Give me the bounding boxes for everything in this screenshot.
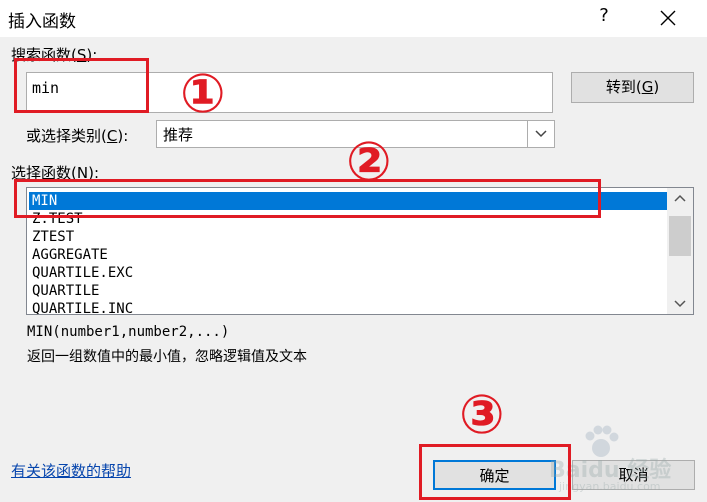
goto-label-suffix: ) [653,78,660,96]
scroll-up-button[interactable] [667,188,693,208]
function-signature: MIN(number1,number2,...) [27,324,230,340]
annotation-number-2: ② [346,130,392,193]
category-label-prefix: 或选择类别( [26,127,107,145]
title-bar: 插入函数 ? [0,0,707,37]
function-item-quartile-exc[interactable]: QUARTILE.EXC [29,264,667,282]
annotation-box-function [14,179,601,218]
annotation-number-3: ③ [459,383,505,446]
function-item-quartile-inc[interactable]: QUARTILE.INC [29,300,667,314]
function-description: 返回一组数值中的最小值，忽略逻辑值及文本 [27,349,307,365]
function-item-ztest[interactable]: ZTEST [29,228,667,246]
help-button[interactable]: ? [596,5,612,26]
chevron-up-icon [674,194,686,202]
category-selected-value: 推荐 [163,126,194,144]
category-label-key: C [106,127,118,145]
window-title: 插入函数 [8,12,76,32]
function-help-link[interactable]: 有关该函数的帮助 [11,460,131,481]
chevron-down-icon [674,300,686,308]
category-label-suffix: ): [117,127,129,145]
scroll-down-button[interactable] [667,294,693,314]
annotation-box-search [14,58,149,113]
function-item-quartile[interactable]: QUARTILE [29,282,667,300]
goto-label-key: G [641,78,654,96]
annotation-number-1: ① [180,62,226,125]
goto-button[interactable]: 转到(G) [571,72,694,103]
category-dropdown-button[interactable] [527,121,554,147]
chevron-down-icon [535,130,547,138]
category-label: 或选择类别(C): [26,125,128,146]
function-item-aggregate[interactable]: AGGREGATE [29,246,667,264]
watermark-subtext: jingyan.baidu.com [559,480,661,493]
goto-label-prefix: 转到( [605,78,642,96]
scroll-thumb[interactable] [669,216,691,256]
close-icon [660,10,676,26]
annotation-box-ok [419,444,571,500]
function-list-scrollbar[interactable] [667,188,693,314]
close-button[interactable] [657,3,679,33]
